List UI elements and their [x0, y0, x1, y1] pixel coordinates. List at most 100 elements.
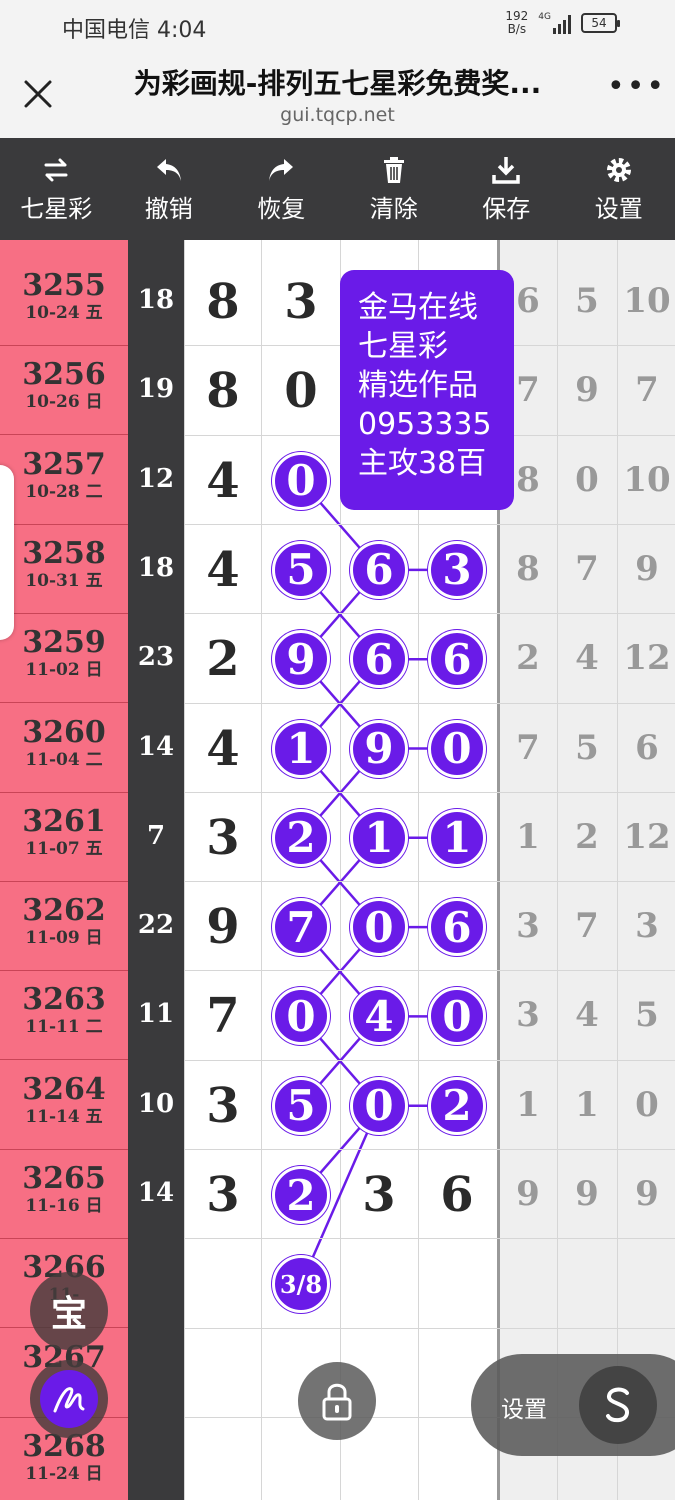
marked-ball[interactable]: 0 — [350, 898, 408, 957]
promo-line: 0953335 — [358, 407, 492, 442]
sum-value: 19 — [137, 374, 175, 405]
floating-settings-label: 设置 — [501, 1397, 547, 1423]
extra-digit: 8 — [516, 548, 540, 589]
grid-line — [184, 613, 675, 615]
extra-digit: 7 — [516, 727, 540, 768]
redo-button[interactable]: 恢复 — [225, 138, 338, 240]
extra-digit: 12 — [623, 816, 671, 857]
undo-button[interactable]: 撤销 — [113, 138, 226, 240]
mode-switch-button[interactable]: 七星彩 — [0, 138, 113, 240]
issue-cell: 3259 11-02 日 — [0, 614, 128, 704]
marked-ball[interactable]: 5 — [272, 540, 330, 599]
digit-cell[interactable]: 7 — [184, 988, 262, 1044]
extra-digit: 9 — [635, 1174, 659, 1214]
close-button[interactable] — [18, 74, 58, 114]
marked-ball[interactable]: 6 — [350, 630, 408, 689]
lock-icon — [322, 1383, 352, 1421]
digit-cell[interactable]: 9 — [184, 899, 262, 955]
extra-digit: 9 — [516, 1174, 540, 1214]
issue-date: 10-28 二 — [25, 481, 103, 502]
issue-cell: 3258 10-31 五 — [0, 525, 128, 614]
digit-cell[interactable]: 0 — [262, 363, 340, 419]
save-label: 保存 — [482, 194, 531, 223]
digit-cell[interactable]: 3 — [184, 1167, 262, 1223]
marked-ball[interactable]: 0 — [272, 451, 330, 510]
issue-date: 11-07 五 — [25, 838, 103, 859]
browser-title-bar: 为彩画规-排列五七星彩免费奖... gui.tqcp.net ••• — [0, 52, 675, 138]
promo-line: 七星彩 — [358, 329, 448, 364]
sum-value: 10 — [137, 1088, 175, 1119]
marked-ball[interactable]: 3/8 — [272, 1255, 330, 1314]
grid-line — [261, 240, 262, 1500]
marked-ball[interactable]: 0 — [272, 987, 330, 1046]
extra-digit: 0 — [575, 459, 599, 500]
s-icon — [606, 1387, 629, 1423]
clear-button[interactable]: 清除 — [338, 138, 451, 240]
marked-ball[interactable]: 0 — [350, 1076, 408, 1135]
marked-ball[interactable]: 2 — [272, 1166, 330, 1224]
digit-cell[interactable]: 3 — [184, 1078, 262, 1134]
sum-value: 14 — [137, 1178, 175, 1208]
marked-ball[interactable]: 2 — [428, 1076, 486, 1135]
marked-ball[interactable]: 9 — [350, 719, 408, 778]
issue-date: 10-31 五 — [25, 570, 103, 591]
extra-digit: 5 — [575, 727, 599, 768]
more-menu-button[interactable]: ••• — [607, 72, 664, 102]
s-button[interactable] — [579, 1366, 657, 1444]
sum-value: 22 — [137, 910, 175, 941]
marked-ball[interactable]: 3 — [428, 540, 486, 599]
save-button[interactable]: 保存 — [450, 138, 563, 240]
issue-date: 11-11 二 — [25, 1017, 103, 1038]
extra-digit: 7 — [575, 548, 599, 589]
gear-icon — [606, 157, 631, 182]
extra-digit: 9 — [575, 370, 599, 411]
bao-button[interactable]: 宝 — [30, 1272, 108, 1350]
download-icon — [492, 156, 520, 184]
digit-cell[interactable]: 3 — [340, 1167, 418, 1223]
marked-ball[interactable]: 1 — [350, 808, 408, 867]
marked-ball[interactable]: 1 — [428, 808, 486, 867]
marked-ball[interactable]: 2 — [272, 808, 330, 867]
issue-number: 3264 — [22, 1071, 106, 1107]
marked-ball[interactable]: 9 — [272, 630, 330, 689]
promo-line: 精选作品 — [358, 368, 478, 403]
marked-ball[interactable]: 6 — [428, 898, 486, 957]
floating-settings-pill[interactable]: 设置 — [471, 1354, 675, 1456]
pen-button[interactable] — [30, 1360, 108, 1438]
marked-ball[interactable]: 1 — [272, 719, 330, 778]
digit-cell[interactable]: 4 — [184, 453, 262, 509]
battery-icon: 54 — [581, 13, 620, 33]
grid-line — [184, 1149, 675, 1150]
issue-date: 11-09 日 — [25, 928, 103, 949]
mode-label: 七星彩 — [20, 194, 93, 223]
marked-ball[interactable]: 0 — [428, 719, 486, 778]
extra-digit: 3 — [635, 906, 659, 947]
issue-cell: 3263 11-11 二 — [0, 971, 128, 1061]
marked-ball[interactable]: 7 — [272, 898, 330, 957]
issue-date: 11-02 日 — [25, 660, 103, 681]
digit-cell[interactable]: 6 — [418, 1167, 496, 1223]
side-drawer-handle[interactable] — [0, 465, 14, 640]
extra-digit: 5 — [635, 995, 659, 1036]
issue-date: 10-26 日 — [25, 392, 103, 413]
marked-ball[interactable]: 5 — [272, 1076, 330, 1135]
issue-number: 3263 — [22, 982, 106, 1018]
marked-ball[interactable]: 6 — [428, 630, 486, 689]
marked-ball[interactable]: 0 — [428, 987, 486, 1046]
digit-cell[interactable]: 8 — [184, 274, 262, 330]
digit-cell[interactable]: 4 — [184, 542, 262, 598]
digit-cell[interactable]: 8 — [184, 363, 262, 419]
settings-label: 设置 — [594, 194, 643, 223]
digit-cell[interactable]: 2 — [184, 631, 262, 687]
issue-number: 3256 — [22, 357, 106, 393]
promo-line: 金马在线 — [358, 290, 478, 325]
digit-cell[interactable]: 3 — [184, 810, 262, 866]
marked-ball[interactable]: 6 — [350, 540, 408, 599]
digit-cell[interactable]: 3 — [262, 274, 340, 330]
lock-button[interactable] — [298, 1362, 376, 1440]
settings-button[interactable]: 设置 — [563, 138, 675, 240]
extra-columns-area — [498, 240, 675, 1500]
marked-ball[interactable]: 4 — [350, 987, 408, 1046]
issue-cell: 3262 11-09 日 — [0, 882, 128, 972]
digit-cell[interactable]: 4 — [184, 721, 262, 777]
